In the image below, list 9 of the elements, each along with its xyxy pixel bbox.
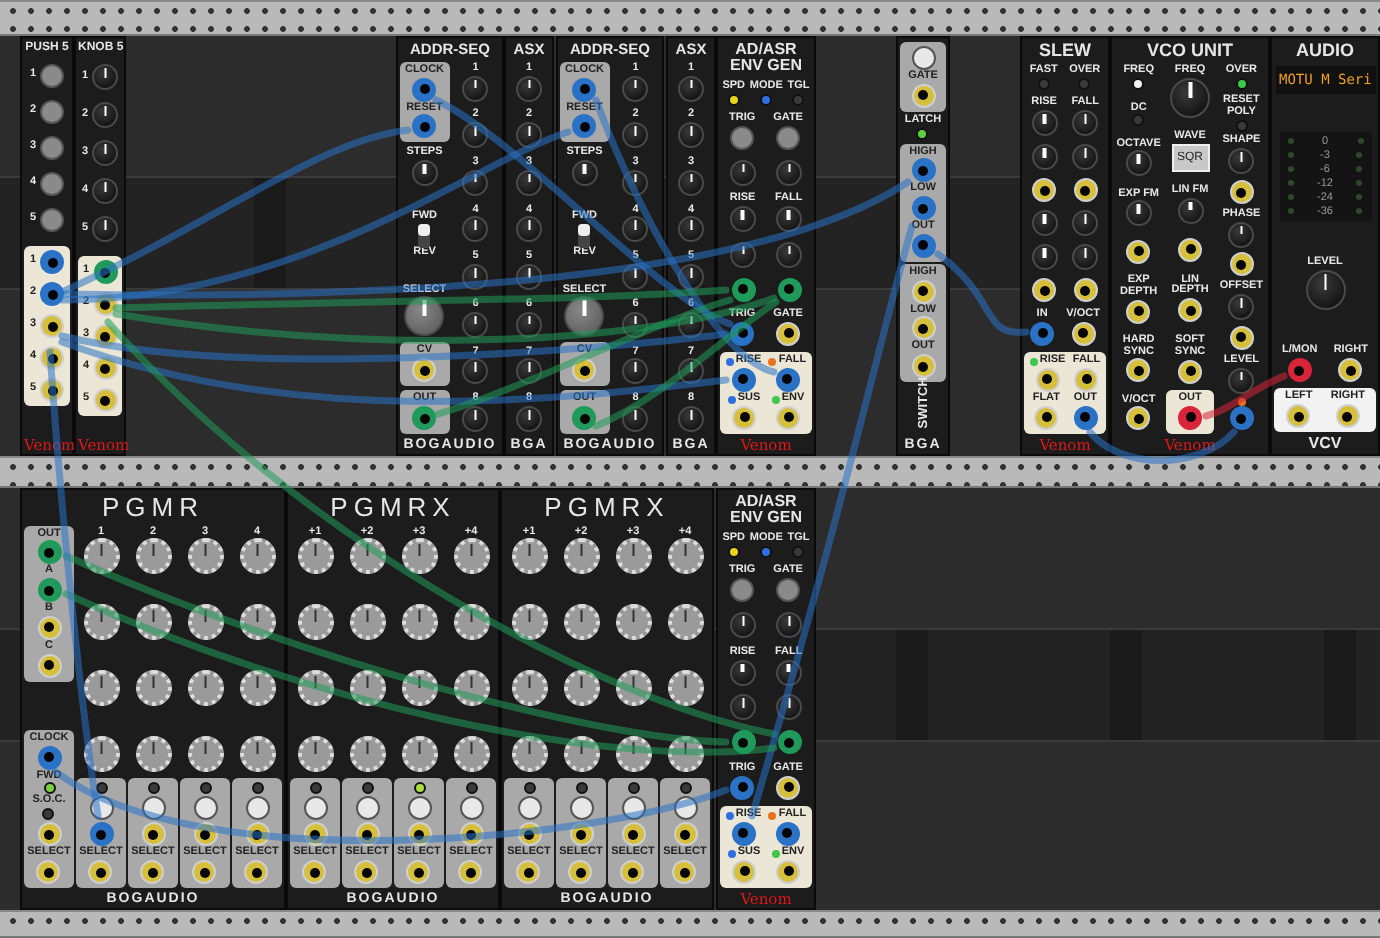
module-title: AD/ASR ENV GEN [727,42,804,76]
module-title: PGMRX [330,494,456,522]
module-title: SLEW [1039,42,1091,61]
module-title: AD/ASR ENV GEN [727,494,804,528]
module-title: VCO UNIT [1146,42,1233,61]
module-title: PGMRX [544,494,670,522]
module-title: PGMR [102,494,204,522]
brand-logo: VCV [1306,436,1344,452]
module-title: AUDIO [1296,42,1354,61]
